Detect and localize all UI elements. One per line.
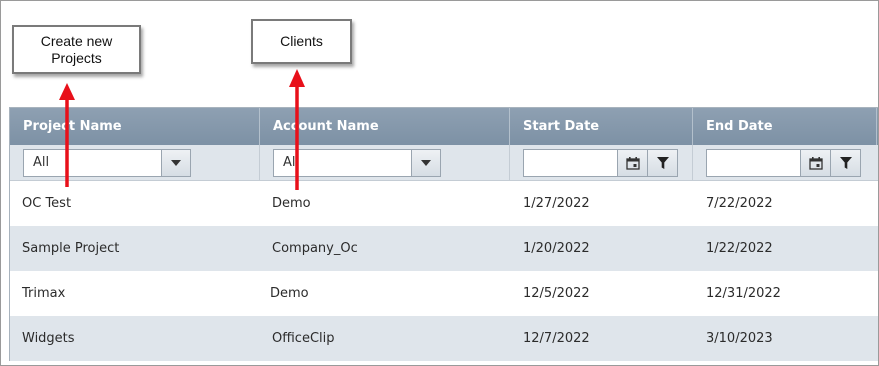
- calendar-icon[interactable]: [801, 149, 831, 177]
- end-date-cell: 12/31/2022: [706, 286, 781, 301]
- chevron-down-icon[interactable]: [162, 150, 190, 176]
- table-row[interactable]: Sample Project Company_Oc 1/20/2022 1/22…: [10, 226, 878, 271]
- grid-header-row: Project Name Account Name Start Date End…: [10, 108, 878, 145]
- start-date-filter: [523, 149, 678, 177]
- start-date-cell: 12/7/2022: [523, 331, 590, 346]
- projects-grid: Project Name Account Name Start Date End…: [9, 107, 878, 361]
- filter-cell-account-name: All: [260, 145, 510, 180]
- calendar-icon[interactable]: [618, 149, 648, 177]
- project-name-cell[interactable]: Trimax: [22, 271, 65, 316]
- start-date-cell: 12/5/2022: [523, 286, 590, 301]
- project-name-filter-value[interactable]: All: [24, 150, 162, 176]
- filter-cell-project-name: All: [10, 145, 260, 180]
- grid-filter-row: All All: [10, 145, 878, 181]
- account-name-cell: Demo: [272, 196, 311, 211]
- filter-icon[interactable]: [831, 149, 861, 177]
- start-date-cell: 1/20/2022: [523, 241, 590, 256]
- filter-cell-start-date: [510, 145, 693, 180]
- filter-icon[interactable]: [648, 149, 678, 177]
- table-row[interactable]: Trimax Demo 12/5/2022 12/31/2022: [10, 271, 878, 316]
- column-header-end-date[interactable]: End Date: [693, 108, 877, 145]
- account-name-filter-combo[interactable]: All: [273, 149, 441, 177]
- column-header-project-name[interactable]: Project Name: [10, 108, 260, 145]
- screenshot-frame: Create new Projects Clients Project Name…: [0, 0, 879, 366]
- end-date-filter: [706, 149, 861, 177]
- column-header-account-name[interactable]: Account Name: [260, 108, 510, 145]
- account-name-filter-value[interactable]: All: [274, 150, 412, 176]
- project-name-filter-combo[interactable]: All: [23, 149, 191, 177]
- callout-create-projects: Create new Projects: [12, 25, 141, 74]
- project-name-cell[interactable]: OC Test: [22, 181, 71, 226]
- table-row[interactable]: Widgets OfficeClip 12/7/2022 3/10/2023: [10, 316, 878, 361]
- callout-clients: Clients: [251, 19, 352, 64]
- start-date-cell: 1/27/2022: [523, 196, 590, 211]
- end-date-filter-input[interactable]: [706, 149, 801, 177]
- table-row[interactable]: OC Test Demo 1/27/2022 7/22/2022: [10, 181, 878, 226]
- callout-clients-text: Clients: [280, 33, 323, 49]
- column-header-start-date[interactable]: Start Date: [510, 108, 693, 145]
- project-name-cell[interactable]: Sample Project: [22, 226, 119, 271]
- chevron-down-icon[interactable]: [412, 150, 440, 176]
- end-date-cell: 1/22/2022: [706, 241, 773, 256]
- project-name-cell[interactable]: Widgets: [22, 316, 75, 361]
- callout-create-projects-text: Create new Projects: [40, 32, 113, 66]
- account-name-cell: Company_Oc: [272, 241, 358, 256]
- end-date-cell: 7/22/2022: [706, 196, 773, 211]
- account-name-cell: OfficeClip: [272, 331, 335, 346]
- account-name-cell: Demo: [270, 286, 309, 301]
- filter-cell-end-date: [693, 145, 878, 180]
- start-date-filter-input[interactable]: [523, 149, 618, 177]
- end-date-cell: 3/10/2023: [706, 331, 773, 346]
